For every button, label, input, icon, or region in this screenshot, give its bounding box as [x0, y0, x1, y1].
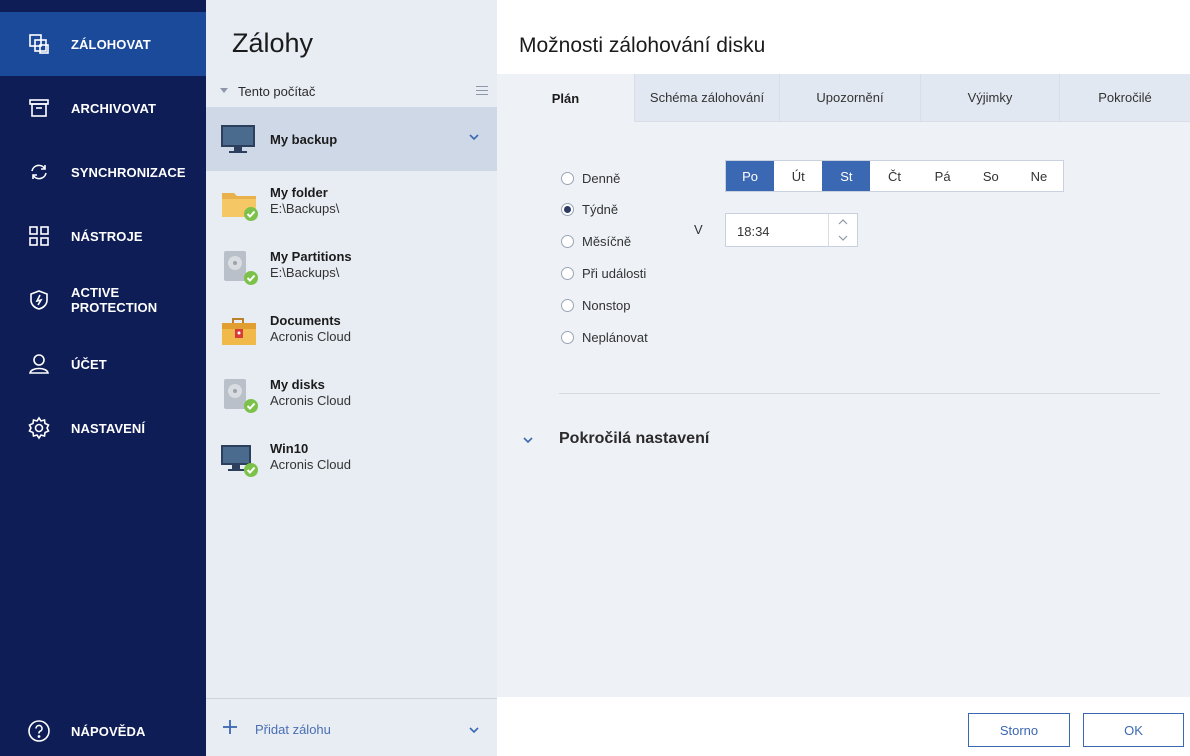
weekday-selector: Po Út St Čt Pá So Ne — [725, 160, 1064, 192]
backup-item-documents[interactable]: Documents Acronis Cloud — [206, 299, 497, 363]
chevron-down-icon[interactable] — [469, 133, 479, 141]
gear-icon — [26, 415, 52, 441]
nav-item-sync[interactable]: SYNCHRONIZACE — [0, 140, 206, 204]
panel-title: Možnosti zálohování disku — [519, 34, 766, 57]
tab-exclusions[interactable]: Výjimky — [921, 74, 1060, 122]
hamburger-menu-icon[interactable] — [476, 86, 488, 98]
nav-label: NASTAVENÍ — [71, 420, 146, 436]
nav-label: ZÁLOHOVAT — [71, 36, 151, 52]
time-spinner — [828, 214, 857, 246]
backup-item-my-partitions[interactable]: My Partitions E:\Backups\ — [206, 235, 497, 299]
sync-icon — [26, 159, 52, 185]
radio-circle[interactable] — [561, 299, 574, 312]
backup-item-name: My backup — [270, 132, 338, 147]
help-circle-icon — [26, 718, 52, 744]
chevron-down-icon[interactable] — [469, 726, 479, 734]
folder-ok-icon — [222, 193, 258, 221]
nav-label: ARCHIVOVAT — [71, 100, 157, 116]
time-input[interactable]: 18:34 — [725, 213, 858, 247]
spin-up-icon[interactable] — [829, 214, 857, 230]
day-toggle-tue[interactable]: Út — [774, 161, 822, 191]
backup-item-my-backup[interactable]: My backup — [206, 107, 497, 171]
day-toggle-sun[interactable]: Ne — [1015, 161, 1063, 191]
add-backup-button[interactable]: Přidat zálohu — [255, 722, 331, 737]
monitor-icon — [221, 125, 255, 153]
day-toggle-sat[interactable]: So — [967, 161, 1015, 191]
backup-item-my-folder[interactable]: My folder E:\Backups\ — [206, 171, 497, 235]
backup-list-pane: Zálohy Tento počítač My backup My folder… — [206, 0, 497, 756]
main-nav: ZÁLOHOVAT ARCHIVOVAT SYNCHRONIZACE NÁSTR… — [0, 0, 206, 756]
backup-item-location: E:\Backups\ — [270, 265, 340, 280]
nav-item-settings[interactable]: NASTAVENÍ — [0, 396, 206, 460]
tab-backup-scheme[interactable]: Schéma zálohování — [635, 74, 780, 122]
radio-label: Při události — [582, 266, 647, 281]
backup-item-name: Win10 — [270, 441, 309, 456]
group-header-this-computer[interactable]: Tento počítač — [220, 84, 488, 104]
shield-lightning-icon — [26, 287, 52, 313]
radio-circle[interactable] — [561, 331, 574, 344]
radio-label: Neplánovat — [582, 330, 648, 345]
nav-item-active-protection[interactable]: ACTIVE PROTECTION — [0, 268, 206, 332]
nav-item-help[interactable]: NÁPOVĚDA — [0, 699, 206, 756]
collapse-triangle-icon — [220, 88, 228, 93]
spin-down-icon[interactable] — [829, 230, 857, 246]
day-toggle-mon[interactable]: Po — [726, 161, 775, 191]
nav-label: SYNCHRONIZACE — [71, 164, 186, 180]
day-toggle-fri[interactable]: Pá — [919, 161, 967, 191]
backup-item-name: My disks — [270, 377, 325, 392]
disk-ok-icon — [224, 251, 258, 285]
backup-item-name: Documents — [270, 313, 341, 328]
options-panel: Možnosti zálohování disku Plán Schéma zá… — [497, 0, 1190, 756]
radio-circle[interactable] — [561, 172, 574, 185]
day-toggle-wed[interactable]: St — [822, 161, 871, 191]
backup-item-win10[interactable]: Win10 Acronis Cloud — [206, 427, 497, 491]
backup-item-location: Acronis Cloud — [270, 329, 351, 344]
backup-item-location: Acronis Cloud — [270, 457, 351, 472]
nav-label: ÚČET — [71, 356, 107, 372]
tab-plan[interactable]: Plán — [497, 74, 635, 122]
nav-label: NÁSTROJE — [71, 228, 143, 244]
monitor-ok-icon — [221, 445, 258, 477]
disk-ok-icon — [224, 379, 258, 413]
ok-button[interactable]: OK — [1083, 713, 1184, 747]
radio-circle[interactable] — [561, 235, 574, 248]
radio-label: Měsíčně — [582, 234, 632, 249]
backup-list-title: Zálohy — [232, 28, 314, 58]
nav-item-backup[interactable]: ZÁLOHOVAT — [0, 12, 206, 76]
backup-item-location: E:\Backups\ — [270, 201, 340, 216]
nav-label: ACTIVE PROTECTION — [71, 285, 158, 315]
nav-label: NÁPOVĚDA — [71, 723, 146, 739]
radio-circle[interactable] — [561, 203, 574, 216]
backup-copy-icon — [26, 31, 52, 57]
archive-box-icon — [26, 95, 52, 121]
backup-item-location: Acronis Cloud — [270, 393, 351, 408]
radio-circle[interactable] — [561, 267, 574, 280]
tab-notifications[interactable]: Upozornění — [780, 74, 921, 122]
backup-item-my-disks[interactable]: My disks Acronis Cloud — [206, 363, 497, 427]
day-toggle-thu[interactable]: Čt — [870, 161, 918, 191]
time-label: V — [694, 222, 703, 237]
tab-advanced[interactable]: Pokročilé — [1060, 74, 1190, 122]
group-header-label: Tento počítač — [238, 84, 316, 99]
backup-item-name: My Partitions — [270, 249, 352, 264]
divider — [559, 393, 1160, 394]
briefcase-lock-icon — [222, 318, 256, 345]
advanced-settings-toggle[interactable]: Pokročilá nastavení — [559, 430, 709, 448]
user-icon — [26, 351, 52, 377]
radio-label: Nonstop — [582, 298, 631, 313]
time-value[interactable]: 18:34 — [737, 224, 770, 239]
cancel-button[interactable]: Storno — [968, 713, 1070, 747]
plus-icon[interactable] — [222, 719, 238, 735]
nav-item-account[interactable]: ÚČET — [0, 332, 206, 396]
radio-label: Denně — [582, 171, 621, 186]
radio-label: Týdně — [582, 202, 619, 217]
chevron-down-icon[interactable] — [523, 436, 533, 444]
tools-grid-icon — [26, 223, 52, 249]
nav-item-archive[interactable]: ARCHIVOVAT — [0, 76, 206, 140]
add-backup-bar[interactable]: Přidat zálohu — [206, 698, 497, 756]
nav-item-tools[interactable]: NÁSTROJE — [0, 204, 206, 268]
backup-item-name: My folder — [270, 185, 328, 200]
